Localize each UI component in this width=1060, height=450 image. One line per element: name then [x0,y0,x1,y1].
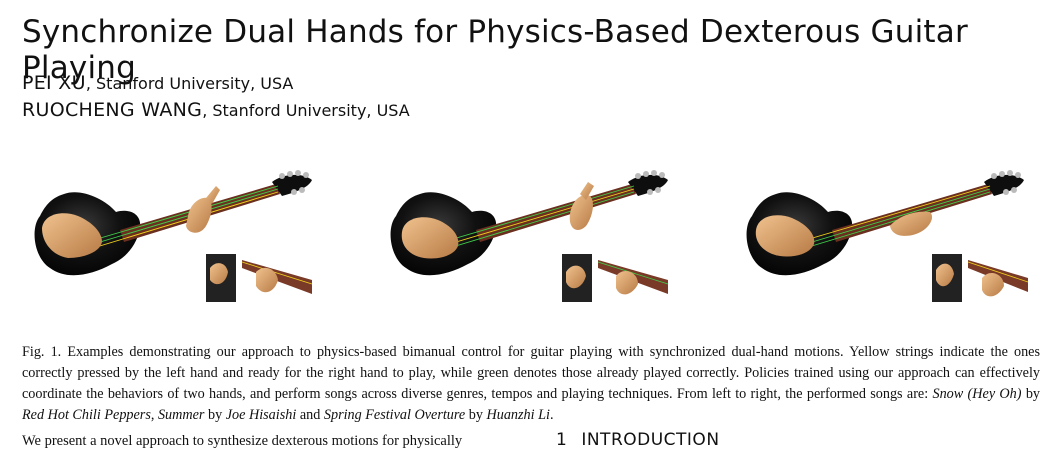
caption-label: Fig. 1. [22,344,62,360]
caption-text: by [204,407,226,423]
artist-name: Huanzhi Li [486,407,550,423]
figure-caption: Fig. 1. Examples demonstrating our appro… [22,342,1040,426]
artist-name: Red Hot Chili Peppers [22,407,151,423]
author-1: PEI XU, Stanford University, USA [22,72,293,94]
caption-text: and [296,407,324,423]
guitar-render-3 [746,170,1029,302]
caption-text: by [1021,386,1041,402]
section-heading: 1 INTRODUCTION [556,430,720,450]
author-affiliation: , Stanford University, USA [202,101,410,120]
song-title: Spring Festival Overture [323,407,466,423]
section-title: INTRODUCTION [581,430,720,450]
author-name: PEI XU [22,72,86,94]
author-affiliation: , Stanford University, USA [85,74,294,93]
author-2: RUOCHENG WANG, Stanford University, USA [22,99,410,121]
guitar-render-1 [34,170,313,302]
teaser-figure [20,168,1040,308]
song-title: Summer [157,407,205,423]
caption-text: . [549,407,554,423]
song-title: Snow (Hey Oh) [932,386,1022,402]
caption-text: , [150,407,158,423]
caption-text: by [465,407,487,423]
author-name: RUOCHENG WANG [22,99,203,121]
guitar-render-2 [390,170,669,302]
artist-name: Joe Hisaishi [225,407,297,423]
caption-text: Examples demonstrating our approach to p… [22,344,1040,402]
abstract-text: We present a novel approach to synthesiz… [22,433,463,449]
section-number: 1 [556,430,568,450]
